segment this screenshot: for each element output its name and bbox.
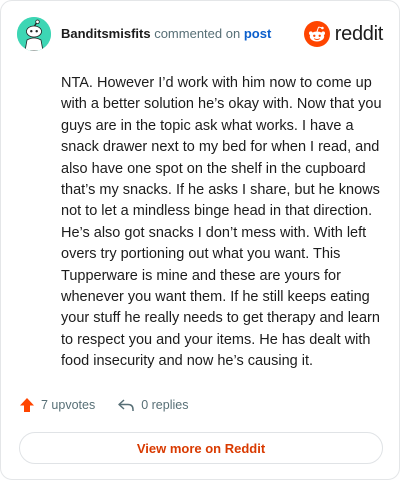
author-name[interactable]: Banditsmisfits: [61, 26, 151, 41]
comment-header: Banditsmisfits commented on post reddit: [17, 15, 383, 53]
snoo-avatar-icon: [17, 17, 51, 51]
reply-arrow-icon: [118, 399, 134, 411]
upvote-button[interactable]: 7 upvotes: [19, 397, 95, 413]
post-link[interactable]: post: [244, 26, 271, 41]
view-more-button[interactable]: View more on Reddit: [19, 432, 383, 464]
reddit-brand[interactable]: reddit: [303, 21, 384, 47]
reply-count: 0 replies: [141, 398, 189, 412]
comment-body: NTA. However I’d work with him now to co…: [61, 75, 382, 370]
action-text: commented on: [154, 26, 241, 41]
comment-meta: Banditsmisfits commented on post: [61, 26, 271, 42]
upvote-arrow-icon: [20, 398, 34, 412]
reddit-logo-icon: [303, 21, 330, 47]
upvote-count: 7 upvotes: [41, 398, 96, 412]
avatar[interactable]: [17, 17, 51, 51]
reply-button[interactable]: 0 replies: [117, 397, 188, 413]
embedded-comment-card: Banditsmisfits commented on post reddit …: [0, 0, 400, 480]
comment-actions: 7 upvotes 0 replies: [19, 397, 188, 413]
reddit-wordmark: reddit: [334, 22, 384, 45]
